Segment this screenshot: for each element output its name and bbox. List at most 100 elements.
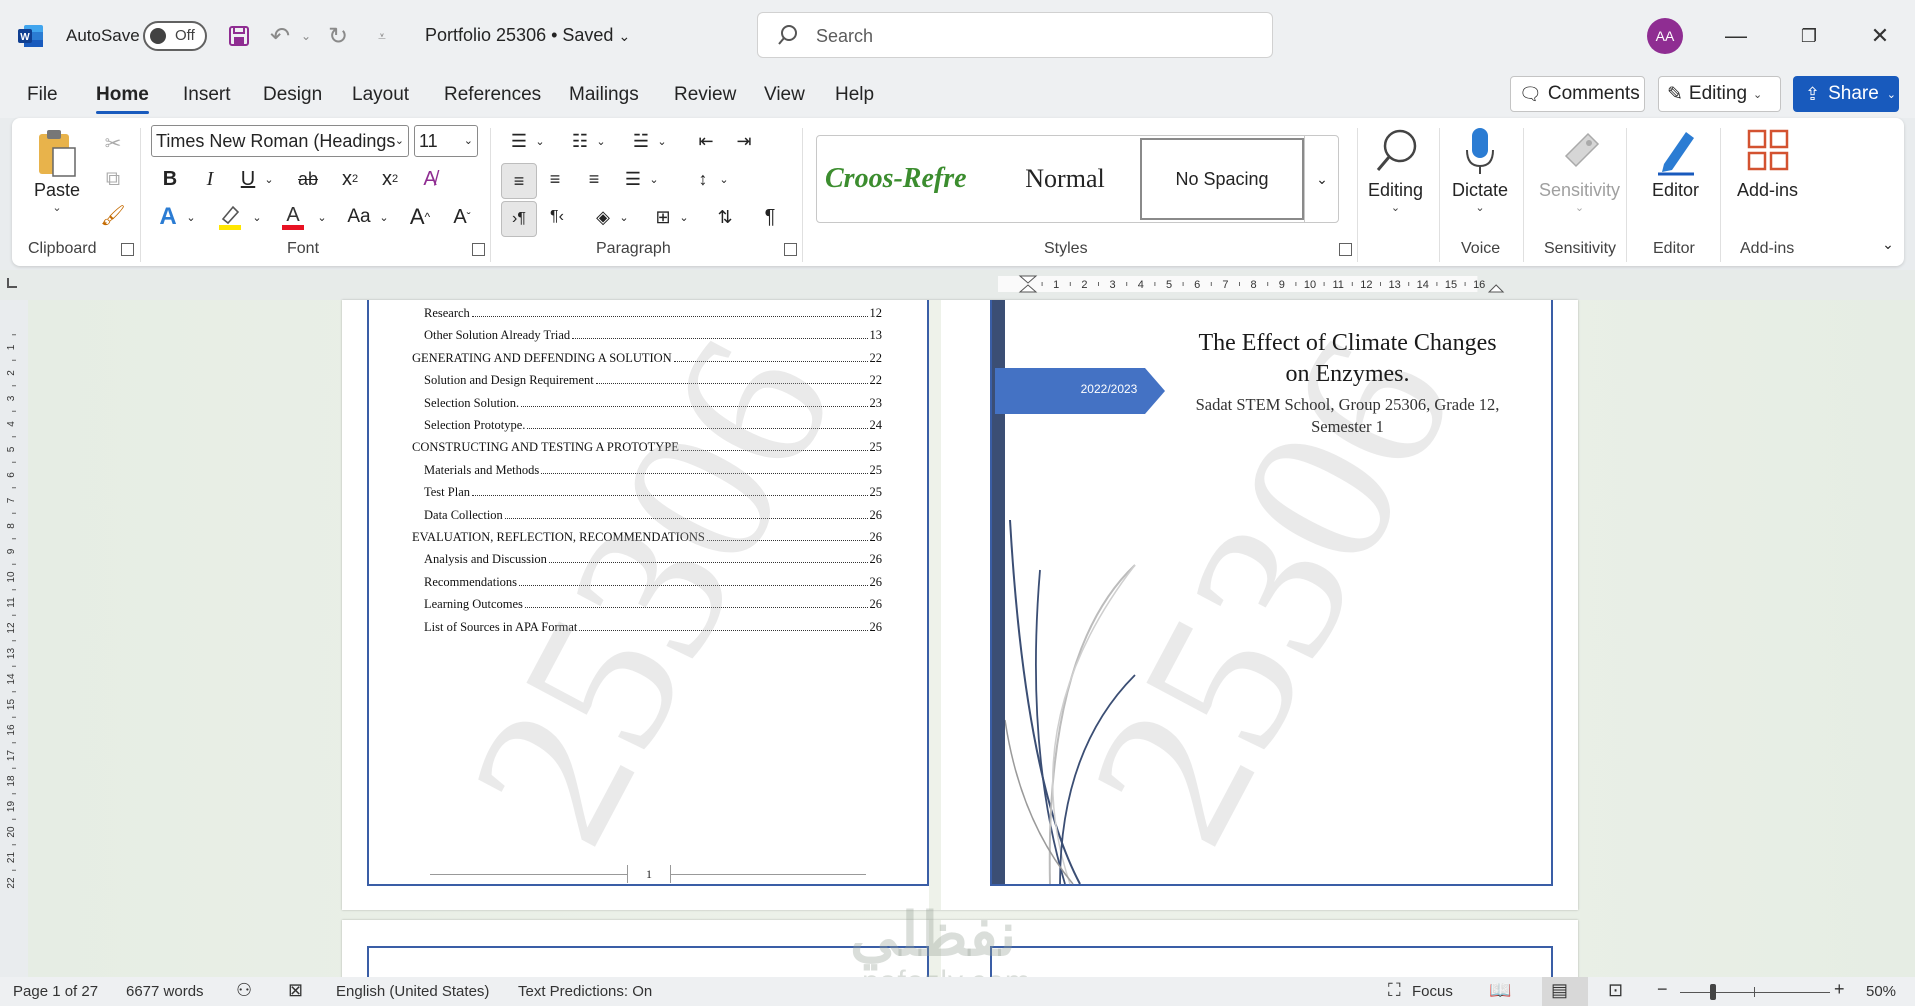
customize-qat-icon[interactable]: ⩡ — [366, 20, 398, 52]
highlight-icon[interactable] — [213, 202, 247, 232]
clear-formatting-icon[interactable]: A̸ — [415, 164, 445, 194]
close-icon[interactable]: ✕ — [1860, 18, 1900, 54]
toc-entry[interactable]: Analysis and Discussion 26 — [424, 552, 882, 567]
align-left-button[interactable]: ≡ — [501, 163, 537, 199]
language-status[interactable]: English (United States) — [336, 983, 489, 1000]
tab-file[interactable]: File — [27, 84, 58, 106]
print-layout-icon[interactable]: ▤ — [1551, 980, 1568, 1001]
page-count[interactable]: Page 1 of 27 — [13, 983, 98, 1000]
grow-font-icon[interactable]: A ^ — [405, 202, 435, 232]
ltr-direction-button[interactable]: ›¶ — [501, 201, 537, 237]
toc-entry[interactable]: Learning Outcomes 26 — [424, 597, 882, 612]
italic-button[interactable]: I — [195, 164, 225, 194]
editing-button[interactable]: Editing ⌄ — [1368, 126, 1423, 214]
show-formatting-icon[interactable]: ¶ — [755, 202, 785, 232]
change-case-button[interactable]: Aa — [342, 202, 376, 232]
autosave-toggle[interactable]: Off — [143, 21, 207, 51]
font-name-combo[interactable]: Times New Roman (Headings ⌄ — [151, 125, 409, 157]
toc-entry[interactable]: GENERATING AND DEFENDING A SOLUTION 22 — [412, 351, 882, 366]
line-spacing-dropdown-icon[interactable]: ⌄ — [716, 164, 732, 194]
tab-view[interactable]: View — [764, 84, 805, 106]
document-title[interactable]: Portfolio 25306 • Saved ⌄ — [425, 25, 630, 46]
multilevel-dropdown-icon[interactable]: ⌄ — [654, 126, 670, 156]
paste-button[interactable]: Paste ⌄ — [34, 128, 80, 214]
superscript-button[interactable]: x2 — [375, 164, 405, 194]
tab-references[interactable]: References — [444, 84, 541, 106]
shading-dropdown-icon[interactable]: ⌄ — [616, 202, 632, 232]
justify-dropdown-icon[interactable]: ⌄ — [646, 164, 662, 194]
dictate-button[interactable]: Dictate ⌄ — [1452, 126, 1508, 214]
borders-dropdown-icon[interactable]: ⌄ — [676, 202, 692, 232]
underline-dropdown-icon[interactable]: ⌄ — [261, 164, 277, 194]
format-painter-icon[interactable]: 🖌 — [98, 200, 128, 230]
font-color-dropdown-icon[interactable]: ⌄ — [314, 202, 330, 232]
subscript-button[interactable]: x2 — [335, 164, 365, 194]
sensitivity-button[interactable]: Sensitivity ⌄ — [1539, 126, 1620, 214]
increase-indent-icon[interactable]: ⇥ — [729, 126, 759, 156]
editor-button[interactable]: Editor — [1652, 126, 1699, 201]
text-predictions-status[interactable]: Text Predictions: On — [518, 983, 652, 1000]
save-icon[interactable] — [223, 20, 255, 52]
tab-help[interactable]: Help — [835, 84, 874, 106]
tab-selector-icon[interactable] — [7, 278, 17, 288]
vertical-ruler[interactable]: 12345678910111213141516171819202122 — [4, 300, 24, 910]
read-mode-icon[interactable]: 📖 — [1489, 980, 1511, 1001]
search-box[interactable]: Search — [757, 12, 1273, 58]
numbering-icon[interactable]: ☷ — [565, 126, 595, 156]
align-right-icon[interactable]: ≡ — [579, 164, 609, 194]
word-count[interactable]: 6677 words — [126, 983, 204, 1000]
share-button[interactable]: ⇪ Share ⌄ — [1793, 76, 1899, 112]
zoom-out-icon[interactable]: − — [1657, 979, 1668, 1000]
minimize-icon[interactable]: — — [1716, 18, 1756, 54]
right-indent-marker-icon[interactable] — [1487, 284, 1505, 293]
copy-icon[interactable]: ⧉ — [98, 164, 128, 194]
tab-design[interactable]: Design — [263, 84, 322, 106]
toc-entry[interactable]: Research 12 — [424, 306, 882, 321]
toc-entry[interactable]: Other Solution Already Triad 13 — [424, 328, 882, 343]
multilevel-list-icon[interactable]: ☱ — [626, 126, 656, 156]
cut-icon[interactable]: ✂ — [98, 128, 128, 158]
focus-label[interactable]: Focus — [1412, 983, 1453, 1000]
styles-launcher-icon[interactable] — [1339, 243, 1352, 256]
toc-entry[interactable]: EVALUATION, REFLECTION, RECOMMENDATIONS 2… — [412, 530, 882, 545]
tab-insert[interactable]: Insert — [183, 84, 231, 106]
zoom-slider-track[interactable] — [1680, 992, 1830, 993]
bold-button[interactable]: B — [155, 164, 185, 194]
line-spacing-icon[interactable]: ↕ — [688, 164, 718, 194]
text-effects-dropdown-icon[interactable]: ⌄ — [183, 202, 199, 232]
style-croos-refre[interactable]: Croos-Refre — [825, 150, 985, 208]
restore-icon[interactable]: ❐ — [1789, 18, 1829, 54]
styles-more-icon[interactable]: ⌄ — [1304, 136, 1339, 222]
numbering-dropdown-icon[interactable]: ⌄ — [593, 126, 609, 156]
align-center-icon[interactable]: ≡ — [540, 164, 570, 194]
shading-icon[interactable]: ◈ — [588, 202, 618, 232]
font-launcher-icon[interactable] — [472, 243, 485, 256]
decrease-indent-icon[interactable]: ⇤ — [691, 126, 721, 156]
justify-icon[interactable]: ☰ — [618, 164, 648, 194]
toc-entry[interactable]: CONSTRUCTING AND TESTING A PROTOTYPE 25 — [412, 440, 882, 455]
tab-mailings[interactable]: Mailings — [569, 84, 639, 106]
addins-button[interactable]: Add-ins — [1737, 126, 1798, 201]
toc-entry[interactable]: Materials and Methods 25 — [424, 463, 882, 478]
style-normal[interactable]: Normal — [1000, 150, 1130, 208]
ribbon-collapse-icon[interactable]: ⌄ — [1876, 232, 1900, 256]
proofing-icon[interactable]: ⊠ — [288, 980, 303, 1001]
change-case-dropdown-icon[interactable]: ⌄ — [376, 202, 392, 232]
comments-button[interactable]: 🗨 Comments — [1510, 76, 1645, 112]
style-no-spacing[interactable]: No Spacing — [1140, 138, 1304, 220]
accessibility-icon[interactable]: ⚇ — [236, 980, 252, 1001]
toc-entry[interactable]: Data Collection 26 — [424, 508, 882, 523]
tab-home[interactable]: Home — [96, 84, 149, 114]
text-effects-icon[interactable]: A — [153, 202, 183, 232]
toc-entry[interactable]: Solution and Design Requirement 22 — [424, 373, 882, 388]
horizontal-ruler[interactable]: 1 2 3 4 5 6 7 8 9 10 11 12 13 14 15 16 — [968, 274, 1578, 294]
avatar[interactable]: AA — [1647, 18, 1683, 54]
web-layout-icon[interactable]: ⊡ — [1608, 980, 1623, 1001]
toc-entry[interactable]: Test Plan 25 — [424, 485, 882, 500]
focus-icon[interactable]: ⛶ — [1388, 980, 1401, 1001]
toc-entry[interactable]: Recommendations 26 — [424, 575, 882, 590]
bullets-dropdown-icon[interactable]: ⌄ — [532, 126, 548, 156]
strikethrough-button[interactable]: ab — [291, 164, 325, 194]
highlight-dropdown-icon[interactable]: ⌄ — [249, 202, 265, 232]
zoom-slider-thumb[interactable] — [1710, 984, 1716, 1000]
